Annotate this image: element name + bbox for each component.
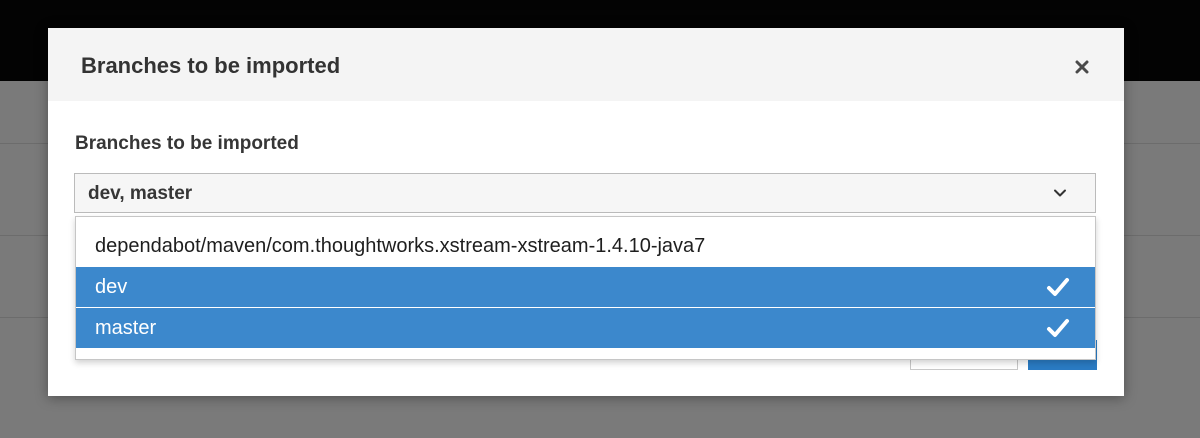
- dropdown-option-label: master: [95, 317, 157, 339]
- dropdown-option[interactable]: dependabot/maven/com.thoughtworks.xstrea…: [76, 226, 1095, 266]
- dropdown-option-label: dev: [95, 276, 128, 298]
- close-icon: [1075, 60, 1089, 74]
- dropdown-option-selected[interactable]: master: [76, 308, 1095, 348]
- checkmark-icon: [1047, 319, 1069, 337]
- branches-select[interactable]: dev, master: [74, 173, 1096, 213]
- close-button[interactable]: [1068, 53, 1096, 81]
- branches-modal: Branches to be imported Branches to be i…: [48, 28, 1124, 396]
- dropdown-option-selected[interactable]: dev: [76, 267, 1095, 307]
- branches-dropdown-menu: dependabot/maven/com.thoughtworks.xstrea…: [75, 216, 1096, 360]
- modal-header: Branches to be imported: [48, 28, 1124, 101]
- branches-field-label: Branches to be imported: [75, 133, 299, 154]
- chevron-down-icon: [1054, 189, 1066, 197]
- branches-select-value: dev, master: [88, 183, 193, 204]
- dropdown-option-label: dependabot/maven/com.thoughtworks.xstrea…: [95, 235, 706, 257]
- modal-title: Branches to be imported: [81, 53, 341, 78]
- checkmark-icon: [1047, 278, 1069, 296]
